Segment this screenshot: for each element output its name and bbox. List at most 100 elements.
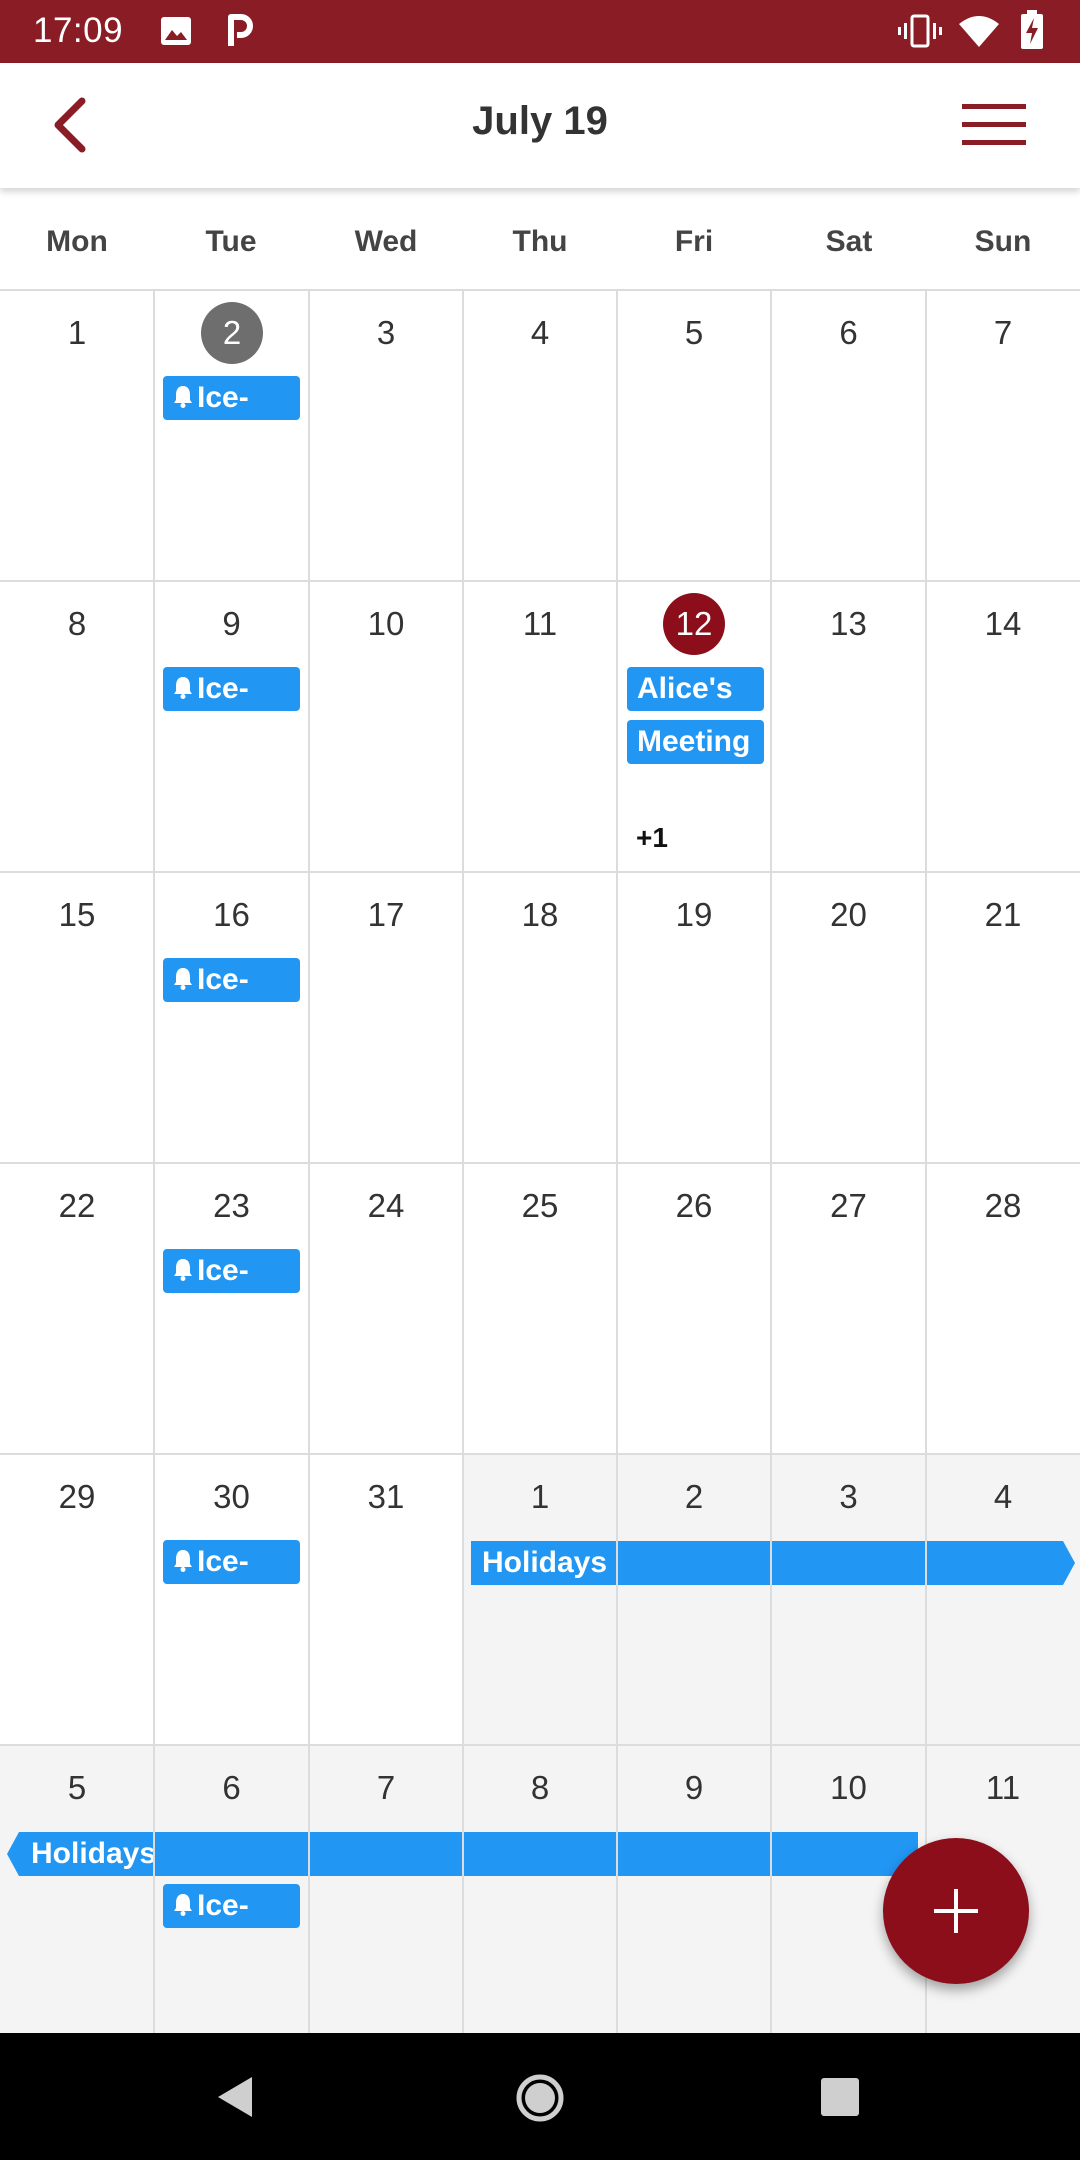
day-cell[interactable]: 30 bbox=[154, 1453, 309, 1744]
day-cell[interactable]: 1 bbox=[0, 289, 154, 580]
day-number: 7 bbox=[376, 1769, 396, 1806]
day-number: 25 bbox=[521, 1187, 559, 1224]
ice-reminder-event[interactable]: Ice- bbox=[163, 1249, 300, 1293]
day-number: 9 bbox=[222, 605, 241, 642]
day-number: 2 bbox=[684, 1478, 704, 1515]
more-events-indicator[interactable]: +1 bbox=[636, 822, 668, 854]
day-cell[interactable]: 16 bbox=[154, 871, 309, 1162]
day-number: 19 bbox=[675, 896, 713, 933]
day-number: 31 bbox=[367, 1478, 405, 1515]
day-number: 16 bbox=[213, 896, 250, 933]
navigation-bar bbox=[0, 2033, 1080, 2160]
ice-reminder-event[interactable]: Ice- bbox=[163, 1540, 300, 1584]
grid-line bbox=[925, 289, 927, 2033]
day-cell[interactable]: 3 bbox=[771, 1453, 926, 1744]
day-cell[interactable]: 31 bbox=[309, 1453, 463, 1744]
day-cell[interactable]: 9 bbox=[617, 1744, 771, 2035]
day-cell[interactable]: 20 bbox=[771, 871, 926, 1162]
holidays-event[interactable]: Holidays bbox=[471, 1541, 1075, 1585]
today-marker: 12 bbox=[663, 593, 725, 655]
day-cell[interactable]: 18 bbox=[463, 871, 617, 1162]
calendar-grid: 1 2 3 4 5 6 7 8 9 10 11 12 13 14 15 16 17 18 19 20 21 22 23 24 2… bbox=[0, 289, 1080, 2035]
ice-reminder-event[interactable]: Ice- bbox=[163, 667, 300, 711]
day-cell[interactable]: 13 bbox=[771, 580, 926, 871]
grid-line bbox=[308, 289, 310, 2033]
day-cell[interactable]: 2 bbox=[154, 289, 309, 580]
day-number: 4 bbox=[530, 314, 550, 351]
day-cell[interactable]: 19 bbox=[617, 871, 771, 1162]
day-cell[interactable]: 8 bbox=[463, 1744, 617, 2035]
day-number: 6 bbox=[839, 314, 858, 351]
day-number: 1 bbox=[530, 1478, 550, 1515]
day-cell[interactable]: 22 bbox=[0, 1162, 154, 1453]
bell-icon bbox=[173, 1545, 197, 1578]
day-cell[interactable]: 1 bbox=[463, 1453, 617, 1744]
day-cell[interactable]: 6 bbox=[771, 289, 926, 580]
day-number: 9 bbox=[684, 1769, 704, 1806]
day-number: 10 bbox=[367, 605, 405, 642]
nav-back-icon[interactable] bbox=[216, 2075, 256, 2124]
day-number: 8 bbox=[530, 1769, 550, 1806]
grid-line bbox=[462, 289, 464, 2033]
day-number: 23 bbox=[213, 1187, 250, 1224]
weekday-header: Mon Tue Wed Thu Fri Sat Sun bbox=[0, 225, 1080, 265]
day-number: 8 bbox=[67, 605, 87, 642]
hamburger-menu-icon bbox=[962, 104, 1026, 109]
day-cell[interactable]: 11 bbox=[463, 580, 617, 871]
alices-event[interactable]: Alice's bbox=[627, 667, 764, 711]
day-cell[interactable]: 10 bbox=[309, 580, 463, 871]
day-number: 6 bbox=[222, 1769, 241, 1806]
day-cell[interactable]: 29 bbox=[0, 1453, 154, 1744]
day-cell[interactable]: 26 bbox=[617, 1162, 771, 1453]
status-time: 17:09 bbox=[33, 11, 124, 50]
bell-icon bbox=[173, 963, 197, 996]
day-cell[interactable]: 23 bbox=[154, 1162, 309, 1453]
day-cell[interactable]: 15 bbox=[0, 871, 154, 1162]
weekday-sat: Sat bbox=[825, 225, 873, 258]
day-number: 15 bbox=[58, 896, 96, 933]
day-cell[interactable]: 17 bbox=[309, 871, 463, 1162]
day-number: 18 bbox=[521, 896, 559, 933]
day-number: 11 bbox=[985, 1769, 1021, 1806]
day-cell[interactable]: 27 bbox=[771, 1162, 926, 1453]
day-number: 3 bbox=[376, 314, 396, 351]
day-cell[interactable]: 9 bbox=[154, 580, 309, 871]
add-event-button[interactable] bbox=[883, 1838, 1029, 1984]
weekday-fri: Fri bbox=[674, 225, 714, 258]
ice-reminder-event[interactable]: Ice- bbox=[163, 958, 300, 1002]
day-cell[interactable]: 28 bbox=[926, 1162, 1080, 1453]
bell-icon bbox=[173, 381, 197, 414]
day-cell[interactable]: 7 bbox=[309, 1744, 463, 2035]
day-cell[interactable]: 4 bbox=[926, 1453, 1080, 1744]
day-number: 20 bbox=[830, 896, 867, 933]
grid-line bbox=[616, 289, 618, 2033]
day-cell[interactable]: 3 bbox=[309, 289, 463, 580]
day-number: 26 bbox=[675, 1187, 713, 1224]
day-cell[interactable]: 25 bbox=[463, 1162, 617, 1453]
vibrate-icon bbox=[898, 14, 942, 53]
day-cell[interactable]: 24 bbox=[309, 1162, 463, 1453]
ice-reminder-event[interactable]: Ice- bbox=[163, 1884, 300, 1928]
weekday-sun: Sun bbox=[974, 225, 1032, 258]
nav-home-icon[interactable] bbox=[515, 2073, 565, 2128]
day-cell[interactable]: 21 bbox=[926, 871, 1080, 1162]
day-cell[interactable]: 5 bbox=[617, 289, 771, 580]
weekday-thu: Thu bbox=[512, 225, 568, 258]
day-cell[interactable]: 7 bbox=[926, 289, 1080, 580]
day-cell[interactable]: 2 bbox=[617, 1453, 771, 1744]
meeting-event[interactable]: Meeting bbox=[627, 720, 764, 764]
menu-button[interactable] bbox=[960, 101, 1030, 151]
ice-reminder-event[interactable]: Ice- bbox=[163, 376, 300, 420]
weekday-tue: Tue bbox=[205, 225, 257, 258]
day-number: 13 bbox=[830, 605, 867, 642]
day-cell[interactable]: 14 bbox=[926, 580, 1080, 871]
day-cell[interactable]: 8 bbox=[0, 580, 154, 871]
day-cell[interactable]: 5 bbox=[0, 1744, 154, 2035]
day-number: 21 bbox=[984, 896, 1022, 933]
day-number: 5 bbox=[67, 1769, 87, 1806]
day-number: 27 bbox=[830, 1187, 867, 1224]
day-number: 22 bbox=[58, 1187, 96, 1224]
nav-recents-icon[interactable] bbox=[820, 2077, 860, 2122]
day-cell[interactable]: 4 bbox=[463, 289, 617, 580]
day-number: 3 bbox=[839, 1478, 858, 1515]
